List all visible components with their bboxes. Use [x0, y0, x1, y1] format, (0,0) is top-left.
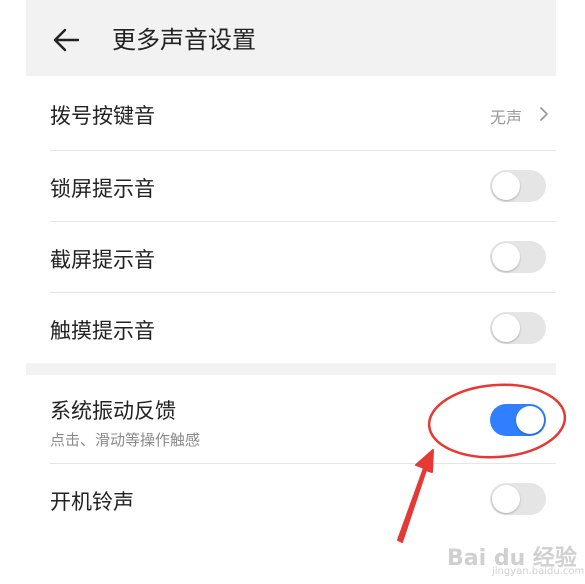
toggle-knob: [492, 243, 520, 271]
page-title: 更多声音设置: [112, 26, 256, 54]
watermark-url: jingyan.baidu.com: [492, 566, 585, 577]
row-vibration-feedback: 系统振动反馈 点击、滑动等操作触感: [26, 375, 556, 463]
back-arrow-icon[interactable]: [50, 24, 82, 56]
row-label: 开机铃声: [50, 490, 134, 514]
header-bar: 更多声音设置: [26, 0, 556, 76]
toggle-knob: [492, 172, 520, 200]
toggle-knob: [492, 485, 520, 513]
row-dial-tone[interactable]: 拨号按键音 无声: [26, 76, 556, 150]
row-label: 锁屏提示音: [50, 177, 155, 201]
toggle-knob: [492, 314, 520, 342]
row-sublabel: 点击、滑动等操作触感: [50, 431, 201, 449]
settings-panel: 更多声音设置 拨号按键音 无声 锁屏提示音 截屏提示音 触摸提示音 系统振动反馈…: [26, 0, 556, 584]
vibration-feedback-toggle[interactable]: [490, 404, 546, 436]
row-label: 触摸提示音: [50, 319, 155, 343]
row-label: 系统振动反馈: [50, 399, 176, 423]
dial-tone-value: 无声: [489, 108, 522, 127]
lock-screen-sound-toggle[interactable]: [490, 170, 546, 202]
row-lock-screen-sound: 锁屏提示音: [26, 151, 556, 221]
boot-ringtone-toggle[interactable]: [490, 483, 546, 515]
touch-sound-toggle[interactable]: [490, 312, 546, 344]
screenshot-sound-toggle[interactable]: [490, 241, 546, 273]
row-screenshot-sound: 截屏提示音: [26, 222, 556, 292]
toggle-knob: [516, 406, 544, 434]
section-gap: [26, 363, 556, 375]
row-boot-ringtone: 开机铃声: [26, 464, 556, 534]
row-label: 拨号按键音: [50, 104, 155, 128]
row-touch-sound: 触摸提示音: [26, 293, 556, 363]
chevron-right-icon: [540, 107, 548, 121]
row-label: 截屏提示音: [50, 248, 155, 272]
